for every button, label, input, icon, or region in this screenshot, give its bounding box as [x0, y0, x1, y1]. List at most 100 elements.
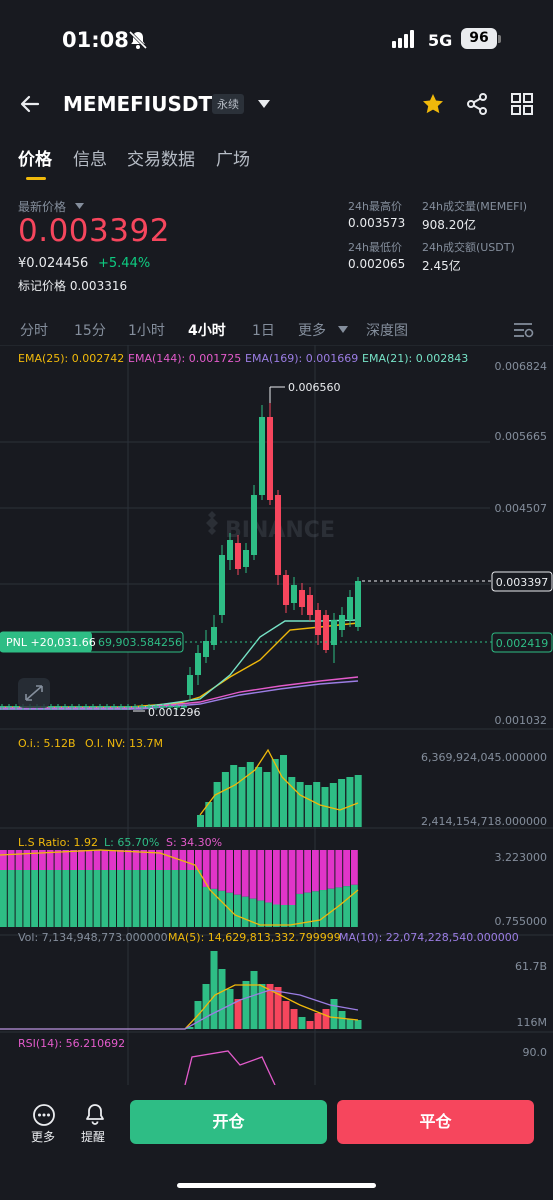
oi-bar [263, 772, 271, 827]
ls-long-bar [327, 888, 335, 927]
symbol-dropdown-icon[interactable] [258, 100, 270, 108]
interval-1d[interactable]: 1日 [252, 320, 275, 340]
ls-short-bar [117, 850, 124, 870]
candle-body [339, 615, 345, 630]
axis-label-2: 0.005665 [495, 430, 548, 443]
mark-price-label: 标记价格 [18, 279, 67, 293]
expand-chart-icon[interactable] [18, 678, 50, 708]
active-tab-indicator [26, 177, 46, 180]
ls-short-bar [351, 850, 358, 885]
high-marker-label: 0.006560 [288, 381, 341, 394]
candle-body [139, 706, 145, 708]
ls-long-bar [23, 870, 31, 927]
tab-square[interactable]: 广场 [216, 145, 250, 170]
ls-short-bar [70, 850, 77, 870]
last-price-tag-text: 0.003397 [496, 576, 549, 589]
volume-bar [354, 1020, 362, 1029]
interval-more-dropdown-icon[interactable] [338, 326, 348, 333]
interval-depth[interactable]: 深度图 [366, 320, 408, 340]
stat-vol-base-label: 24h成交量(MEMEFI) [422, 200, 528, 213]
ls-long-bar [124, 870, 132, 927]
ls-short-bar [171, 850, 179, 870]
ls-short-bar [93, 850, 101, 870]
interval-1h[interactable]: 1小时 [128, 320, 165, 340]
more-label[interactable]: 更多 [31, 1128, 55, 1145]
ls-long-bar [156, 870, 163, 927]
favorite-star-icon[interactable] [421, 92, 445, 116]
ls-long-bar [171, 870, 179, 927]
ema21-label: EMA(21): 0.002843 [362, 352, 468, 365]
candle-body [235, 543, 241, 569]
oi-bar [255, 767, 263, 827]
volume-bar [210, 951, 218, 1029]
close-position-button[interactable]: 平仓 [337, 1100, 534, 1144]
tab-trading-data[interactable]: 交易数据 [127, 145, 195, 170]
candle-body [83, 706, 89, 708]
back-arrow-icon[interactable] [18, 92, 42, 116]
ls-short-bar [132, 850, 140, 870]
oi-axis-top: 6,369,924,045.000000 [421, 751, 547, 764]
ls-long-bar [140, 870, 148, 927]
oi-bar [280, 755, 287, 827]
oi-bar [221, 772, 229, 827]
candle-body [259, 417, 265, 495]
oi-nv-label: O.I. NV: 13.7M [85, 737, 163, 750]
ls-short-bar [202, 850, 210, 887]
interval-15m[interactable]: 15分 [74, 320, 106, 340]
interval-more[interactable]: 更多 [298, 320, 326, 340]
axis-label-6: 0.001032 [495, 714, 548, 727]
tab-price[interactable]: 价格 [18, 145, 52, 170]
kline-chart[interactable]: BINANCE EMA(25): 0.002742 EMA(144): 0.00… [0, 345, 553, 1085]
share-icon[interactable] [465, 92, 489, 116]
ls-short-bar [265, 850, 272, 903]
ls-long-bar [296, 893, 304, 927]
mark-price: 标记价格 0.003316 [18, 277, 127, 294]
candle-body [219, 555, 225, 615]
candle-body [62, 706, 68, 708]
ls-long-bar [31, 870, 38, 927]
symbol-title[interactable]: MEMEFIUSDT [63, 92, 212, 116]
more-icon[interactable] [32, 1103, 56, 1127]
stat-low-value: 0.002065 [348, 257, 406, 271]
candle-body [55, 706, 61, 708]
alert-bell-icon[interactable] [83, 1102, 107, 1126]
ls-long-bar [62, 870, 70, 927]
rsi-line [184, 1050, 276, 1085]
ls-short-bar [234, 850, 241, 895]
candle-body [118, 706, 124, 708]
ls-short-bar [296, 850, 304, 894]
candle-body [187, 675, 193, 695]
ls-long-bar [109, 870, 116, 927]
ls-long-bar [179, 870, 187, 927]
ls-long-bar [265, 902, 272, 927]
oi-bar [296, 782, 304, 827]
volume-bar [234, 999, 242, 1029]
ls-long-bar [101, 870, 109, 927]
volume-bar [322, 1009, 330, 1029]
tab-info[interactable]: 信息 [73, 145, 107, 170]
contract-type-badge: 永续 [212, 94, 244, 114]
ls-long-bar [117, 870, 124, 927]
ls-short-bar [249, 850, 257, 899]
candle-body [104, 706, 110, 708]
low-marker-label: 0.001296 [148, 706, 201, 719]
ls-axis-top: 3.223000 [495, 851, 548, 864]
ls-short-bar [343, 850, 350, 887]
chart-settings-icon[interactable] [514, 321, 534, 339]
candle-body [48, 706, 54, 708]
axis-label-3: 0.004507 [495, 502, 548, 515]
open-position-button[interactable]: 开仓 [130, 1100, 327, 1144]
layout-grid-icon[interactable] [511, 93, 533, 115]
volume-bar [298, 1017, 306, 1029]
candle-body [195, 653, 201, 675]
ls-short-bar [54, 850, 62, 870]
remind-label[interactable]: 提醒 [81, 1128, 105, 1145]
latest-price-dropdown-icon[interactable] [75, 203, 84, 209]
oi-bar [354, 775, 362, 827]
ls-long-bar [54, 870, 62, 927]
candle-body [0, 706, 5, 708]
interval-timeline[interactable]: 分时 [20, 320, 48, 340]
ma10-label: MA(10): 22,074,228,540.000000 [339, 931, 519, 944]
interval-4h[interactable]: 4小时 [188, 320, 226, 340]
stat-vol-quote-value: 2.45亿 [422, 259, 461, 273]
